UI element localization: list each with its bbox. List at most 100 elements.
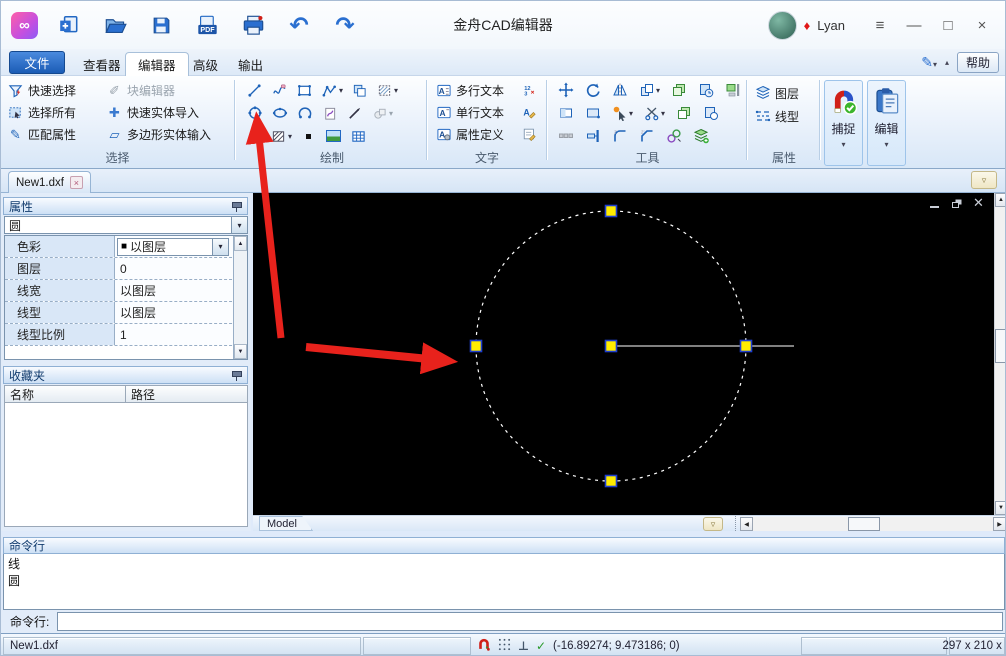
pin-icon[interactable] bbox=[231, 201, 242, 212]
snap-status-icon[interactable] bbox=[477, 637, 491, 655]
save-icon[interactable] bbox=[146, 12, 176, 38]
chevron-down-icon[interactable]: ▾ bbox=[231, 217, 247, 233]
pin-icon[interactable] bbox=[231, 370, 242, 381]
help-button[interactable]: 帮助 bbox=[957, 52, 999, 73]
quick-entity-import-button[interactable]: ✚ 快速实体导入 bbox=[106, 103, 199, 121]
canvas-vertical-scrollbar[interactable]: ▲ ▼ bbox=[994, 193, 1006, 515]
chevron-down-icon[interactable]: ▾ bbox=[212, 239, 228, 255]
favorites-column-path[interactable]: 路径 bbox=[125, 385, 248, 403]
tab-editor[interactable]: 编辑器 bbox=[125, 52, 189, 76]
construction-line-icon[interactable] bbox=[346, 105, 363, 121]
tab-overflow-button[interactable]: ▿ bbox=[971, 171, 997, 189]
numbering-icon[interactable]: 123 bbox=[521, 82, 538, 98]
rectangle-tool-icon[interactable] bbox=[296, 82, 313, 98]
mdi-close-button[interactable]: ✕ bbox=[971, 197, 986, 209]
redo-icon[interactable]: ↷ bbox=[330, 12, 360, 38]
attribute-define-button[interactable]: A 属性定义 bbox=[435, 125, 504, 143]
close-button[interactable]: × bbox=[967, 11, 997, 39]
style-edit-icon[interactable]: ✎▾ bbox=[921, 54, 937, 71]
property-value[interactable]: 以图层 bbox=[115, 280, 247, 301]
property-value[interactable]: 0 bbox=[115, 258, 247, 279]
mdi-restore-button[interactable] bbox=[949, 197, 964, 209]
document-tab[interactable]: New1.dxf × bbox=[8, 171, 91, 193]
region-tool-button[interactable]: ▾ bbox=[371, 105, 393, 121]
maximize-button[interactable]: □ bbox=[933, 11, 963, 39]
rotate-tool-icon[interactable] bbox=[584, 82, 601, 98]
grip-top[interactable] bbox=[606, 206, 617, 217]
print-icon[interactable] bbox=[238, 12, 268, 38]
layout-overflow-button[interactable]: ▿ bbox=[703, 517, 723, 531]
grip-left[interactable] bbox=[471, 341, 482, 352]
scroll-left-icon[interactable]: ◀ bbox=[740, 517, 753, 531]
multiline-text-button[interactable]: A 多行文本 bbox=[435, 81, 504, 99]
grip-center[interactable] bbox=[606, 341, 617, 352]
point-select-button[interactable]: ▾ bbox=[611, 105, 633, 121]
singleline-text-button[interactable]: A 单行文本 bbox=[435, 103, 504, 121]
chevron-down-icon[interactable]: ▾ bbox=[841, 140, 845, 149]
grip-bottom[interactable] bbox=[606, 476, 617, 487]
horizontal-scroll-thumb[interactable] bbox=[848, 517, 880, 531]
block-editor-button[interactable]: ✐ 块编辑器 bbox=[106, 81, 175, 99]
app-logo-icon[interactable]: ∞ bbox=[11, 12, 38, 39]
linetype-button[interactable]: 线型 bbox=[754, 107, 799, 125]
property-value[interactable]: 1 bbox=[115, 324, 247, 345]
insert-block-icon[interactable] bbox=[351, 82, 368, 98]
grid-status-icon[interactable] bbox=[498, 638, 511, 654]
scale-tool-icon[interactable] bbox=[584, 105, 601, 121]
mdi-minimize-button[interactable] bbox=[927, 197, 942, 209]
paste-with-clock-icon[interactable] bbox=[697, 82, 714, 98]
user-avatar[interactable] bbox=[768, 11, 797, 40]
minimize-button[interactable]: — bbox=[899, 11, 929, 39]
copy-tool-icon[interactable] bbox=[675, 105, 692, 121]
arc-tool-icon[interactable] bbox=[296, 105, 313, 121]
edit-button[interactable]: 编辑 ▾ bbox=[867, 80, 906, 166]
text-edit-icon[interactable] bbox=[521, 126, 538, 142]
open-file-icon[interactable] bbox=[100, 12, 130, 38]
tab-file[interactable]: 文件 bbox=[9, 51, 65, 74]
sketch-tool-icon[interactable] bbox=[271, 82, 288, 98]
offset-tool-button[interactable]: ▾ bbox=[638, 82, 660, 98]
favorites-list-body[interactable] bbox=[4, 403, 248, 527]
entity-type-dropdown[interactable]: 圆 ▾ bbox=[4, 216, 248, 234]
trim-tool-button[interactable]: ▾ bbox=[643, 105, 665, 121]
undo-icon[interactable]: ↶ bbox=[284, 12, 314, 38]
chamfer-tool-icon[interactable] bbox=[638, 128, 655, 144]
ellipse-tool-icon[interactable] bbox=[271, 105, 288, 121]
move-tool-icon[interactable] bbox=[557, 82, 574, 98]
polyline-tool-button[interactable]: ▾ bbox=[321, 82, 343, 98]
favorites-column-name[interactable]: 名称 bbox=[4, 385, 126, 403]
property-value[interactable]: 以图层 bbox=[115, 302, 247, 323]
hatch-tool-button[interactable]: ▾ bbox=[270, 128, 292, 144]
document-tab-close-icon[interactable]: × bbox=[70, 176, 83, 189]
pdf-export-icon[interactable]: PDF bbox=[192, 12, 222, 38]
array-tool-icon-disabled[interactable] bbox=[557, 128, 574, 144]
user-account[interactable]: ♦ Lyan bbox=[768, 1, 845, 49]
menu-icon[interactable]: ≡ bbox=[865, 11, 895, 39]
hatch-region-button[interactable]: ▾ bbox=[376, 82, 398, 98]
add-layers-icon[interactable] bbox=[692, 128, 709, 144]
collapse-ribbon-icon[interactable]: ▴ bbox=[945, 58, 949, 67]
tab-output[interactable]: 输出 bbox=[226, 52, 275, 76]
table-insert-icon[interactable] bbox=[350, 128, 367, 144]
fillet-tool-icon[interactable] bbox=[611, 128, 628, 144]
grip-right[interactable] bbox=[741, 341, 752, 352]
layers-button[interactable]: 图层 bbox=[754, 84, 799, 102]
text-style-icon[interactable]: A bbox=[521, 104, 538, 120]
point-tool-icon[interactable] bbox=[300, 128, 317, 144]
vertical-scroll-thumb[interactable] bbox=[995, 329, 1006, 363]
color-dropdown[interactable]: ■ 以图层 ▾ bbox=[117, 238, 229, 256]
scroll-down-icon[interactable]: ▼ bbox=[995, 501, 1006, 515]
ortho-status-icon[interactable]: ✓ bbox=[536, 639, 546, 653]
command-input[interactable] bbox=[57, 612, 1003, 631]
copy-entities-icon[interactable] bbox=[670, 82, 687, 98]
quick-block-icon[interactable] bbox=[724, 82, 741, 98]
match-properties-button[interactable]: ✎ 匹配属性 bbox=[7, 125, 76, 143]
stretch-tool-icon[interactable] bbox=[557, 105, 574, 121]
image-insert-icon[interactable] bbox=[325, 128, 342, 144]
scroll-down-icon[interactable]: ▼ bbox=[234, 344, 247, 359]
new-file-icon[interactable] bbox=[54, 12, 84, 38]
quick-select-button[interactable]: 快速选择 bbox=[7, 81, 76, 99]
chevron-down-icon[interactable]: ▾ bbox=[884, 140, 888, 149]
circle-tool-icon[interactable] bbox=[246, 105, 263, 121]
drawing-canvas[interactable]: ✕ bbox=[253, 193, 994, 515]
